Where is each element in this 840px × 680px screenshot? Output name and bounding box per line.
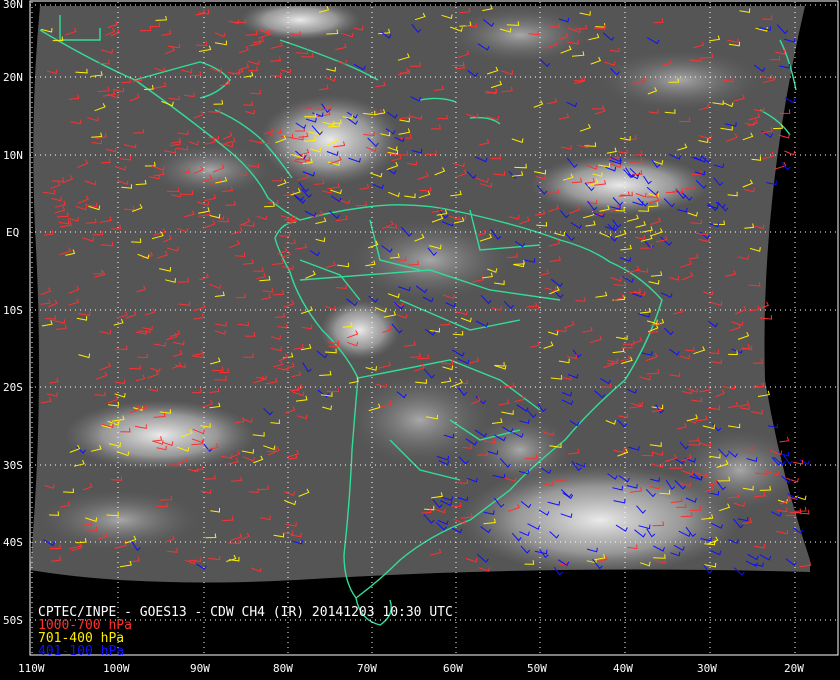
satellite-wind-map: 30N 20N 10N EQ 10S 20S 30S 40S 50S 110W … (3, 0, 839, 675)
lat-label: 20S (3, 381, 23, 394)
lon-label: 20W (784, 662, 804, 675)
lat-label: 50S (3, 614, 23, 627)
wind-barb (784, 97, 796, 104)
lon-label: 70W (357, 662, 377, 675)
lat-label: 20N (3, 71, 23, 84)
lon-label: 60W (443, 662, 463, 675)
satellite-image (30, 6, 810, 583)
wind-barb (783, 454, 793, 465)
lon-label: 90W (190, 662, 210, 675)
lon-label: 100W (103, 662, 130, 675)
lon-label: 50W (527, 662, 547, 675)
lon-label: 110W (18, 662, 45, 675)
legend-high-level: 401-100 hPa (38, 644, 124, 659)
lat-label: 40S (3, 536, 23, 549)
lon-label: 80W (273, 662, 293, 675)
wind-barb (779, 436, 790, 443)
wind-barb (784, 150, 796, 156)
latitude-labels: 30N 20N 10N EQ 10S 20S 30S 40S 50S (3, 0, 23, 627)
longitude-labels: 110W 100W 90W 80W 70W 60W 50W 40W 30W 20… (18, 662, 804, 675)
lat-label: 10N (3, 149, 23, 162)
lon-label: 40W (613, 662, 633, 675)
lat-label: 30S (3, 459, 23, 472)
lon-label: 30W (697, 662, 717, 675)
lat-label: 10S (3, 304, 23, 317)
lat-label: 30N (3, 0, 23, 11)
lat-label: EQ (6, 226, 19, 239)
